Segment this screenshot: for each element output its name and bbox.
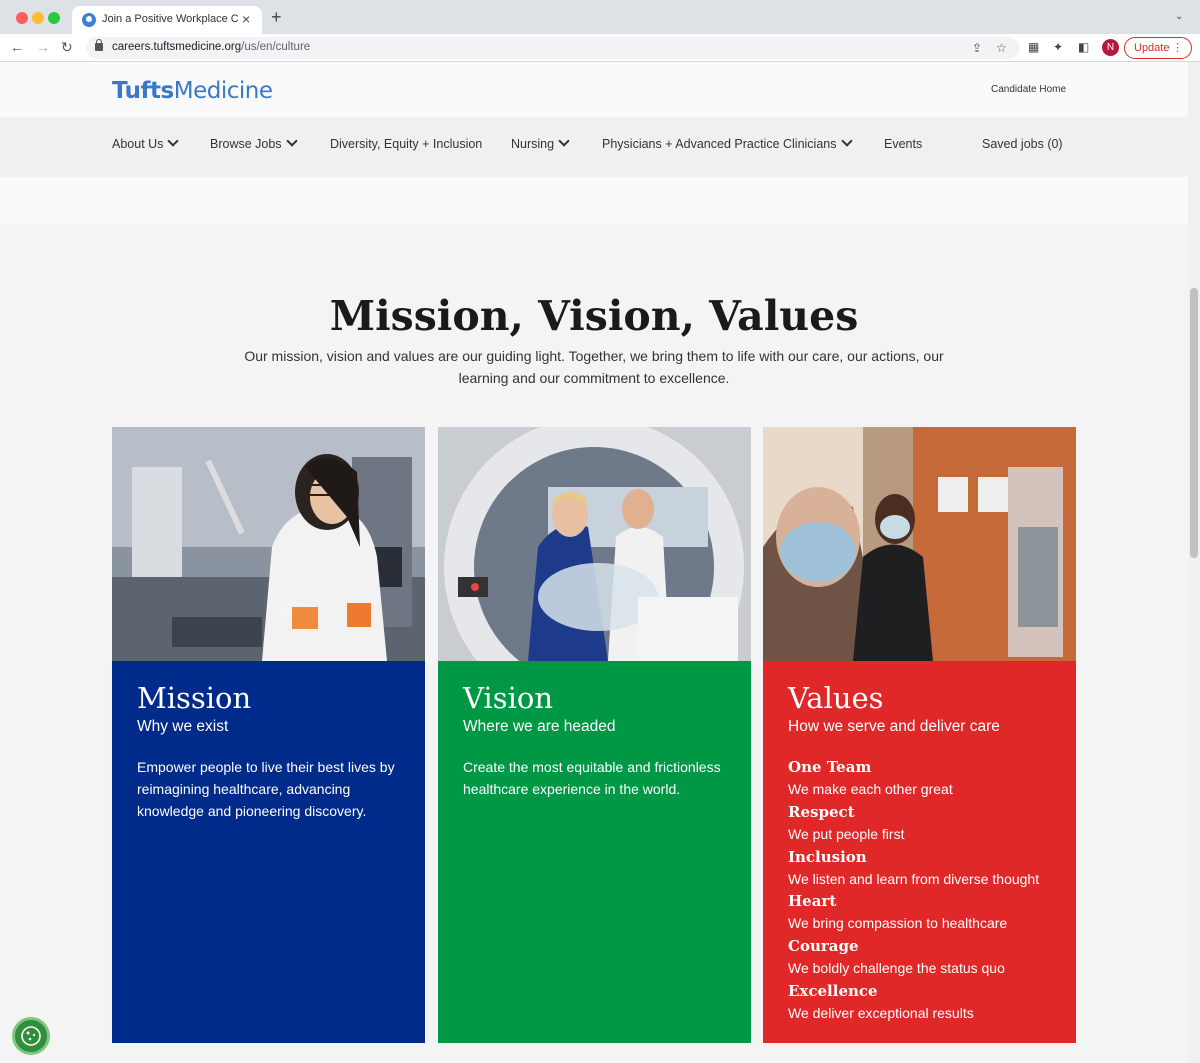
address-bar[interactable]: careers.tuftsmedicine.org/us/en/culture … [86, 37, 1020, 59]
share-icon[interactable]: ⇪ [972, 41, 982, 55]
window-minimize-button[interactable] [32, 12, 44, 24]
values-list: One Team We make each other great Respec… [788, 756, 1068, 1025]
lock-icon [95, 39, 103, 51]
vision-card: Vision Where we are headed Create the mo… [438, 427, 751, 1043]
saved-jobs-link[interactable]: Saved jobs (0) [982, 137, 1063, 151]
reload-icon[interactable]: ↻ [61, 39, 73, 56]
extension-icon[interactable]: ▦ [1028, 40, 1039, 54]
main-nav: About Us Browse Jobs Diversity, Equity +… [0, 117, 1200, 177]
window-zoom-button[interactable] [48, 12, 60, 24]
value-name: Excellence [788, 981, 878, 1000]
cookie-icon [21, 1026, 41, 1046]
section-subtitle: Our mission, vision and values are our g… [244, 348, 944, 386]
chevron-down-icon [558, 135, 570, 147]
section-title: Mission, Vision, Values [329, 292, 859, 340]
vision-tagline: Where we are headed [463, 718, 616, 735]
mission-tagline: Why we exist [137, 718, 229, 735]
value-name: One Team [788, 758, 872, 776]
mission-card-body: Mission Why we exist Empower people to l… [112, 661, 425, 1043]
nav-nursing[interactable]: Nursing [511, 135, 570, 151]
tab-strip: Join a Positive Workplace Culture × + ⌄ [0, 0, 1200, 34]
value-desc: We make each other great [788, 781, 953, 797]
nav-browse-jobs[interactable]: Browse Jobs [210, 135, 298, 151]
back-icon[interactable]: ← [10, 39, 24, 55]
mission-heading: Mission [137, 681, 252, 715]
value-name: Respect [788, 802, 855, 821]
vision-text: Create the most equitable and frictionle… [463, 759, 721, 797]
url-text: careers.tuftsmedicine.org/us/en/culture [112, 41, 311, 53]
site-header: TuftsMedicine Candidate Home [0, 62, 1200, 117]
chevron-down-icon [285, 135, 298, 147]
candidate-home-link[interactable]: Candidate Home [991, 84, 1066, 95]
puzzle-extensions-icon[interactable]: ✦ [1053, 40, 1063, 54]
more-menu-icon: ⋮ [1172, 42, 1183, 54]
vision-photo [438, 427, 751, 661]
vision-card-body: Vision Where we are headed Create the mo… [438, 661, 751, 1043]
value-desc: We deliver exceptional results [788, 1004, 974, 1021]
value-name: Heart [788, 892, 837, 911]
values-tagline: How we serve and deliver care [788, 718, 1000, 735]
browser-tab-active[interactable]: Join a Positive Workplace Culture × [72, 6, 262, 34]
values-card-body: Values How we serve and deliver care One… [763, 661, 1076, 1043]
new-tab-icon[interactable]: + [271, 8, 282, 26]
mission-text: Empower people to live their best lives … [137, 759, 395, 819]
profile-avatar[interactable]: N [1102, 39, 1119, 56]
favicon-icon [82, 13, 96, 27]
close-tab-icon[interactable]: × [242, 11, 250, 27]
side-panel-icon[interactable]: ◧ [1078, 40, 1089, 54]
value-desc: We bring compassion to healthcare [788, 915, 1008, 932]
nav-dei[interactable]: Diversity, Equity + Inclusion [330, 137, 482, 151]
cookie-settings-button[interactable] [12, 1017, 50, 1055]
value-name: Courage [788, 937, 859, 956]
browser-toolbar: ← → ↻ careers.tuftsmedicine.org/us/en/cu… [0, 34, 1200, 62]
values-card: Values How we serve and deliver care One… [763, 427, 1076, 1043]
mission-card: Mission Why we exist Empower people to l… [112, 427, 425, 1043]
window-close-button[interactable] [16, 12, 28, 24]
chevron-down-icon [167, 135, 180, 147]
value-desc: We put people first [788, 825, 905, 842]
nav-events[interactable]: Events [884, 137, 922, 151]
page-scrollbar[interactable] [1188, 62, 1200, 1063]
value-name: Inclusion [788, 847, 867, 866]
vision-heading: Vision [463, 681, 554, 715]
value-desc: We listen and learn from diverse thought [788, 870, 1040, 887]
scrollbar-thumb[interactable] [1190, 288, 1198, 558]
mission-photo [112, 427, 425, 661]
browser-update-button[interactable]: Update ⋮ [1124, 37, 1192, 59]
tab-title: Join a Positive Workplace Culture [102, 13, 238, 25]
tufts-medicine-logo[interactable]: TuftsMedicine [112, 78, 273, 104]
header-spacer [0, 177, 1200, 224]
chevron-down-icon [840, 135, 853, 147]
nav-about-us[interactable]: About Us [112, 135, 180, 151]
tab-search-icon[interactable]: ⌄ [1175, 11, 1183, 22]
browser-chrome: Join a Positive Workplace Culture × + ⌄ … [0, 0, 1200, 62]
forward-icon[interactable]: → [36, 39, 50, 55]
nav-physicians[interactable]: Physicians + Advanced Practice Clinician… [602, 135, 853, 151]
value-desc: We boldly challenge the status quo [788, 960, 1005, 977]
values-heading: Values [788, 681, 884, 715]
values-photo [763, 427, 1076, 661]
bookmark-star-icon[interactable]: ☆ [996, 41, 1007, 55]
